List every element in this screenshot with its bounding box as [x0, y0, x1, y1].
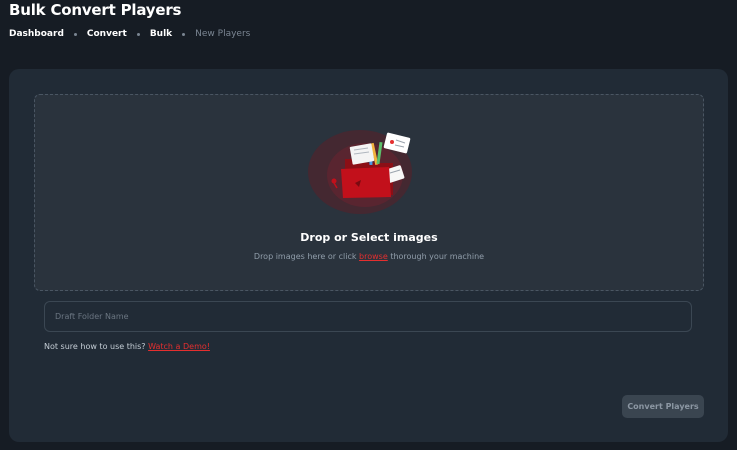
image-dropzone[interactable]: Drop or Select images Drop images here o…: [34, 94, 704, 291]
breadcrumb-bulk[interactable]: Bulk: [150, 29, 172, 39]
breadcrumb-separator: [73, 32, 77, 36]
breadcrumb-separator: [136, 32, 140, 36]
dropzone-subtitle-after: thorough your machine: [390, 252, 485, 261]
dropzone-title: Drop or Select images: [300, 231, 438, 244]
watch-demo-link[interactable]: Watch a Demo!: [148, 342, 210, 351]
draft-folder-name-input[interactable]: [44, 301, 692, 332]
dropzone-subtitle-before: Drop images here or click: [253, 252, 357, 261]
breadcrumb-separator: [182, 32, 186, 36]
help-text: Not sure how to use this? Watch a Demo!: [44, 342, 210, 351]
dropzone-subtitle: Drop images here or click browse thoroug…: [35, 252, 703, 261]
upload-card: Drop or Select images Drop images here o…: [9, 69, 728, 442]
page-title: Bulk Convert Players: [9, 1, 182, 19]
breadcrumb-convert[interactable]: Convert: [87, 29, 127, 39]
browse-link[interactable]: browse: [359, 252, 388, 261]
breadcrumb-dashboard[interactable]: Dashboard: [9, 29, 64, 39]
help-question: Not sure how to use this?: [44, 342, 146, 351]
breadcrumb: Dashboard Convert Bulk New Players: [9, 29, 250, 39]
convert-players-button[interactable]: Convert Players: [622, 395, 704, 418]
upload-folder-illustration: [308, 130, 412, 214]
breadcrumb-current: New Players: [195, 29, 251, 39]
